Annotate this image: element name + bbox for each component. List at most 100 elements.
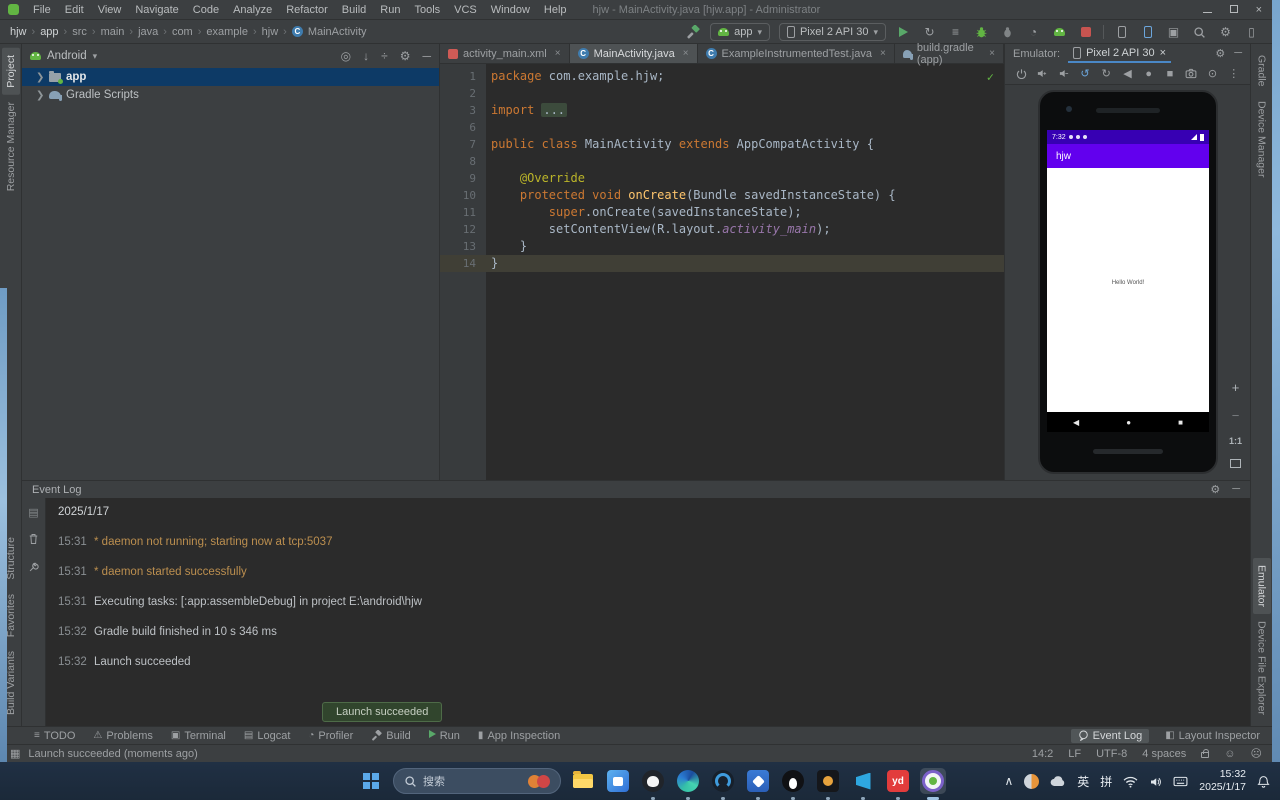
tool-button-run[interactable]: Run	[429, 730, 460, 742]
tool-button-event-log[interactable]: Event Log	[1071, 729, 1150, 743]
run-configuration-select[interactable]: app ▾	[710, 23, 770, 41]
menu-analyze[interactable]: Analyze	[227, 3, 278, 17]
hide-panel-icon[interactable]: ─	[1234, 47, 1242, 60]
volume-up-icon[interactable]	[1036, 67, 1048, 81]
file-explorer-icon[interactable]	[570, 768, 596, 794]
apply-changes-button[interactable]: ↻	[921, 24, 938, 41]
tool-button-layout-inspector[interactable]: ◧Layout Inspector	[1165, 730, 1260, 742]
close-button[interactable]: ×	[1256, 4, 1262, 16]
breadcrumb-item[interactable]: app	[40, 26, 58, 38]
chevron-right-icon[interactable]: ❯	[36, 90, 44, 101]
line-number[interactable]: 8	[440, 153, 486, 170]
line-number[interactable]: 3	[440, 102, 486, 119]
code-line[interactable]: 7public class MainActivity extends AppCo…	[440, 136, 1004, 153]
tool-window-switcher-icon[interactable]: ▦	[10, 747, 20, 760]
indent-indicator[interactable]: 4 spaces	[1142, 748, 1186, 760]
speaker-icon[interactable]	[1149, 774, 1162, 788]
zoom-ratio-label[interactable]: 1:1	[1229, 436, 1242, 446]
menu-view[interactable]: View	[92, 3, 128, 17]
code-editor-app-icon[interactable]	[850, 768, 876, 794]
menu-refactor[interactable]: Refactor	[280, 3, 334, 17]
line-ending-indicator[interactable]: LF	[1068, 748, 1081, 760]
cloud-sync-icon[interactable]	[1050, 774, 1066, 788]
zoom-out-button[interactable]: −	[1232, 408, 1240, 423]
panel-settings-gear-icon[interactable]: ⚙	[1210, 483, 1220, 496]
code-line[interactable]: 2	[440, 85, 1004, 102]
profile-button[interactable]: ◔	[1025, 24, 1042, 41]
line-number[interactable]: 10	[440, 187, 486, 204]
log-settings-wrench-icon[interactable]	[28, 559, 39, 577]
chevron-right-icon[interactable]: ❯	[36, 72, 44, 83]
clock[interactable]: 15:32 2025/1/17	[1199, 768, 1246, 793]
code-line[interactable]: 6	[440, 119, 1004, 136]
menu-edit[interactable]: Edit	[59, 3, 90, 17]
power-icon[interactable]	[1015, 67, 1027, 81]
tool-button-build[interactable]: Build	[371, 730, 410, 742]
search-highlight-image[interactable]	[528, 775, 550, 788]
hide-panel-icon[interactable]: ─	[1232, 483, 1240, 496]
breadcrumb-item[interactable]: java	[138, 26, 158, 38]
code-editor[interactable]: ✓ 1package com.example.hjw; 2 3import...…	[440, 64, 1004, 480]
breadcrumb-item[interactable]: hjw	[262, 26, 279, 38]
tool-button-emulator[interactable]: Emulator	[1253, 558, 1271, 614]
run-button[interactable]	[895, 24, 912, 41]
tool-button-terminal[interactable]: ▣Terminal	[171, 730, 226, 742]
tool-button-todo[interactable]: ≡TODO	[34, 730, 75, 742]
maximize-button[interactable]	[1230, 4, 1238, 16]
line-number[interactable]: 13	[440, 238, 486, 255]
line-number[interactable]: 7	[440, 136, 486, 153]
close-tab-icon[interactable]: ×	[1160, 47, 1166, 59]
start-button[interactable]	[358, 768, 384, 794]
breadcrumb-item[interactable]: src	[72, 26, 87, 38]
menu-file[interactable]: File	[27, 3, 57, 17]
tool-button-resource-manager[interactable]: Resource Manager	[2, 95, 20, 198]
breadcrumb-item[interactable]: main	[101, 26, 125, 38]
emulator-device-tab[interactable]: Pixel 2 API 30 ×	[1068, 45, 1171, 63]
tree-item-app[interactable]: ❯ app	[22, 68, 439, 86]
tool-button-app-inspection[interactable]: ▮App Inspection	[478, 730, 560, 742]
touch-keyboard-icon[interactable]	[1173, 774, 1188, 788]
folded-imports[interactable]: ...	[541, 103, 567, 117]
close-tab-icon[interactable]: ×	[683, 48, 689, 59]
breadcrumb-item[interactable]: example	[206, 26, 248, 38]
tool-button-gradle[interactable]: Gradle	[1253, 48, 1271, 94]
code-line[interactable]: 11 super.onCreate(savedInstanceState);	[440, 204, 1004, 221]
breadcrumb-item[interactable]: com	[172, 26, 193, 38]
close-tab-icon[interactable]: ×	[880, 48, 886, 59]
project-view-select[interactable]: Android	[47, 50, 87, 62]
readonly-lock-icon[interactable]	[1201, 752, 1209, 758]
dark-app-icon[interactable]	[815, 768, 841, 794]
youdao-dict-icon[interactable]: yd	[885, 768, 911, 794]
ide-error-icon[interactable]: ☹	[1251, 747, 1262, 760]
device-select[interactable]: Pixel 2 API 30 ▾	[779, 23, 886, 41]
more-options-icon[interactable]: ⋮	[1228, 67, 1240, 81]
phone-overview-icon[interactable]: ■	[1178, 418, 1183, 427]
android-studio-taskbar-icon[interactable]	[920, 768, 946, 794]
code-line[interactable]: 12 setContentView(R.layout.activity_main…	[440, 221, 1004, 238]
compact-view-icon[interactable]: ÷	[381, 49, 388, 63]
notifications-bell-icon[interactable]	[1257, 774, 1270, 788]
snapshots-icon[interactable]: ⊙	[1206, 67, 1218, 81]
mark-all-read-icon[interactable]: ▤	[28, 506, 38, 519]
tool-button-logcat[interactable]: ▤Logcat	[244, 730, 290, 742]
menu-code[interactable]: Code	[187, 3, 225, 17]
panel-settings-gear-icon[interactable]: ⚙	[1215, 47, 1225, 60]
code-line[interactable]: 1package com.example.hjw;	[440, 68, 1004, 85]
emulator-phone[interactable]: 7:32 hjw	[1038, 90, 1218, 474]
overview-icon[interactable]: ■	[1164, 67, 1176, 81]
tab-mainactivity-java[interactable]: C MainActivity.java ×	[570, 44, 698, 63]
screenshot-camera-icon[interactable]	[1185, 67, 1197, 81]
ime-english-indicator[interactable]: 英	[1077, 773, 1089, 790]
hidden-icons-chevron[interactable]: ∧	[1004, 774, 1013, 788]
menu-help[interactable]: Help	[538, 3, 573, 17]
build-hammer-icon[interactable]	[684, 24, 701, 41]
qq-icon[interactable]	[780, 768, 806, 794]
microsoft-store-icon[interactable]	[605, 768, 631, 794]
search-everywhere-button[interactable]	[1191, 24, 1208, 41]
menu-build[interactable]: Build	[336, 3, 372, 17]
tool-button-device-file-explorer[interactable]: Device File Explorer	[1253, 614, 1271, 722]
close-tab-icon[interactable]: ×	[555, 48, 561, 59]
taskbar-search-input[interactable]: 搜索	[393, 768, 561, 794]
menu-vcs[interactable]: VCS	[448, 3, 483, 17]
line-number[interactable]: 1	[440, 68, 486, 85]
